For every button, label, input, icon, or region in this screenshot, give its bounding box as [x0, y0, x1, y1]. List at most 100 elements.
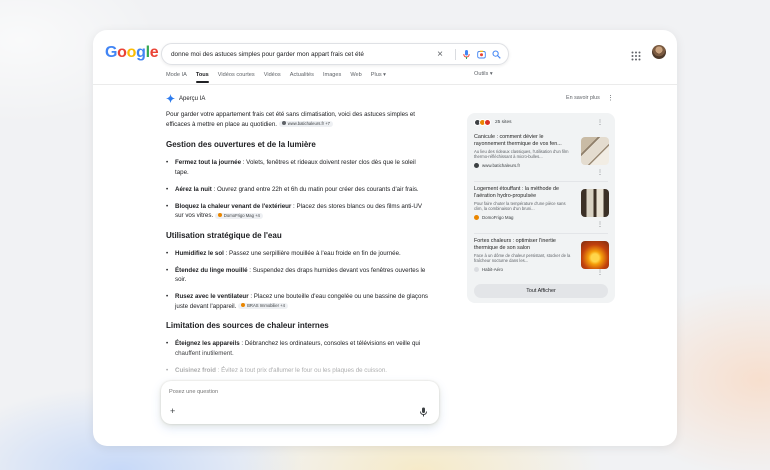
logo-letter: e [149, 44, 159, 61]
tab-tous[interactable]: Tous [195, 71, 209, 83]
header: Google × Mode IATousVidéos courtesVidé [93, 30, 677, 90]
sources-panel: 25 sites ⋮ Canicule : comment dévier le … [467, 113, 615, 303]
tip-item: Bloquez la chaleur venant de l'extérieur… [166, 202, 431, 221]
account-avatar[interactable] [652, 45, 666, 59]
tab-actualités[interactable]: Actualités [290, 71, 314, 83]
tab-mode-ia[interactable]: Mode IA [166, 71, 187, 83]
card-title: Canicule : comment dévier le rayonnement… [474, 134, 562, 147]
card-snippet: Face à un dôme de chaleur persistant, st… [474, 253, 571, 264]
section-title: Limitation des sources de chaleur intern… [166, 321, 329, 330]
tip-heading: Étendez du linge mouillé [175, 266, 248, 274]
ai-overview-heading: Aperçu IA [166, 94, 205, 103]
tip-heading: Éteignez les appareils [175, 340, 240, 347]
section-title: Utilisation stratégique de l'eau [166, 230, 282, 240]
sources-header[interactable]: 25 sites [474, 119, 512, 126]
card-title: Logement étouffant : la méthode de l'aér… [474, 186, 560, 199]
source-favicon-icon [217, 212, 222, 217]
source-favicon-icon [474, 266, 479, 272]
google-logo[interactable]: Google [105, 44, 159, 62]
tip-heading: Fermez tout la journée [175, 159, 242, 166]
tip-heading: Humidifiez le sol [175, 249, 224, 257]
card-thumbnail [581, 189, 609, 217]
tab-web[interactable]: Web [350, 71, 361, 83]
mic-icon[interactable] [460, 48, 472, 60]
source-chip[interactable]: BRAS Immobilier +4 [238, 303, 288, 309]
tab-vidéos-courtes[interactable]: Vidéos courtes [218, 71, 255, 83]
mic-icon[interactable] [419, 407, 428, 417]
source-chip-label: DomoFrigo Mag +4 [223, 212, 260, 218]
tip-heading: Bloquez la chaleur venant de l'extérieur [175, 202, 292, 210]
source-favicon-icon [474, 162, 479, 168]
tip-list: Humidifiez le sol : Passez une serpilliè… [166, 249, 431, 312]
card-source-label: www.batichaleurs.fr [482, 162, 521, 168]
source-chip-label: www.batichaleurs.fr +7 [287, 121, 330, 126]
show-all-button[interactable]: Tout Afficher [474, 284, 608, 298]
source-chip-label: BRAS Immobilier +4 [247, 303, 285, 308]
source-favicon-icon [474, 214, 479, 220]
source-card[interactable]: Fortes chaleurs : optimiser l'inertie th… [474, 238, 610, 272]
search-tabs: Mode IA Tous Vidéos courtes Vidéos Actualité… [166, 71, 395, 83]
card-divider [474, 181, 608, 182]
source-card[interactable]: Logement étouffant : la méthode de l'aér… [474, 186, 610, 220]
lens-icon[interactable] [475, 48, 487, 60]
tip-item: Rusez avec le ventilateur : Placez une b… [166, 292, 431, 311]
logo-letter: o [126, 44, 137, 61]
ai-overview-title: Aperçu IA [179, 95, 206, 102]
header-divider [93, 84, 677, 85]
logo-letter: g [136, 44, 146, 61]
sources-count: 25 sites [495, 120, 512, 125]
tip-item: Aérez la nuit : Ouvrez grand entre 22h e… [166, 185, 431, 195]
card-snippet: Au lieu des rideaux classiques, l'utilis… [474, 149, 569, 160]
card-more-icon[interactable]: ⋮ [597, 269, 603, 276]
card-thumbnail [581, 137, 609, 165]
card-source-label: Habit-Aéro [482, 266, 503, 272]
search-input[interactable] [171, 44, 433, 64]
ai-spark-icon [166, 94, 175, 103]
ai-intro: Pour garder votre appartement frais cet … [166, 110, 431, 129]
add-icon[interactable]: + [170, 407, 175, 416]
ask-input[interactable] [169, 387, 389, 397]
logo-letter: G [105, 44, 118, 61]
learn-more-link[interactable]: En savoir plus [566, 95, 600, 101]
tip-item: Humidifiez le sol : Passez une serpilliè… [166, 249, 431, 259]
tip-heading: Rusez avec le ventilateur [175, 293, 249, 300]
logo-letter: o [117, 44, 127, 61]
source-chip[interactable]: DomoFrigo Mag +4 [214, 212, 263, 219]
browser-window: Google × Mode IATousVidéos courtesVidé [93, 30, 677, 446]
site-favicon-icon [484, 119, 491, 126]
clear-icon[interactable]: × [434, 48, 446, 60]
ai-sections: Gestion des ouvertures et de la lumière F… [166, 140, 431, 375]
more-options-icon[interactable]: ⋮ [607, 94, 614, 102]
ai-section: Utilisation stratégique de l'eau Humidifi… [166, 231, 431, 312]
tip-item: Fermez tout la journée : Volets, fenêtre… [166, 158, 431, 177]
tab-images[interactable]: Images [323, 71, 341, 83]
search-icon[interactable] [490, 48, 502, 60]
card-source-label: DomoFrigo Mag [482, 214, 514, 220]
tip-item: Étendez du linge mouillé : Suspendez des… [166, 266, 431, 285]
card-snippet: Pour faire chuter la température d'une p… [474, 201, 566, 212]
card-divider [474, 233, 608, 234]
card-more-icon[interactable]: ⋮ [597, 221, 603, 228]
card-more-icon[interactable]: ⋮ [597, 169, 603, 176]
ai-section: Gestion des ouvertures et de la lumière F… [166, 140, 431, 221]
apps-grid-icon[interactable] [631, 48, 643, 61]
tip-text: : Passez une serpillière mouillée à l'ea… [223, 249, 401, 257]
search-divider [455, 49, 456, 60]
tools-menu[interactable]: Outils ▾ [474, 71, 493, 77]
content-fade [153, 348, 453, 382]
tab-vidéos[interactable]: Vidéos [264, 71, 281, 83]
search-box[interactable]: × [161, 43, 509, 65]
tab-plus[interactable]: Plus ▾ [371, 71, 386, 83]
panel-more-icon[interactable]: ⋮ [597, 119, 603, 126]
tip-text: : Ouvrez grand entre 22h et 6h du matin … [211, 185, 419, 193]
card-title: Fortes chaleurs : optimiser l'inertie th… [474, 238, 556, 251]
source-favicon-icon [241, 303, 246, 308]
ai-overview-content: Pour garder votre appartement frais cet … [166, 110, 431, 385]
ask-box[interactable]: + [161, 381, 439, 424]
tip-heading: Aérez la nuit [175, 185, 212, 193]
section-title: Gestion des ouvertures et de la lumière [166, 140, 316, 149]
source-favicon-icon [281, 121, 286, 126]
source-card[interactable]: Canicule : comment dévier le rayonnement… [474, 134, 610, 168]
source-chip[interactable]: www.batichaleurs.fr +7 [278, 121, 333, 127]
tip-list: Fermez tout la journée : Volets, fenêtre… [166, 158, 431, 221]
